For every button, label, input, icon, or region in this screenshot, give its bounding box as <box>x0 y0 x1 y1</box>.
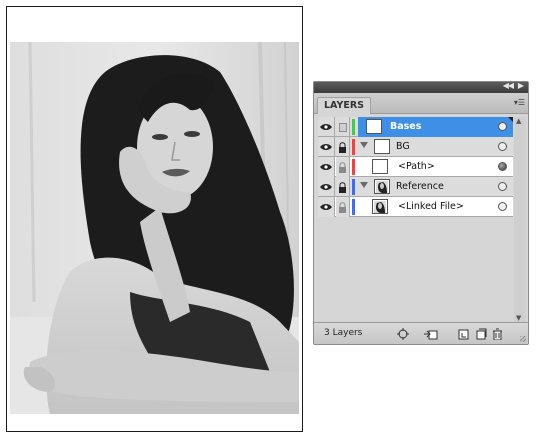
layer-row-bases[interactable]: Bases <box>318 117 513 137</box>
panel-tab-bar: LAYERS ▾☰ <box>314 93 528 114</box>
scroll-down-icon[interactable]: ▼ <box>516 314 521 322</box>
layer-name-zone[interactable]: <Path> <box>358 157 513 177</box>
layer-thumbnail <box>374 139 390 154</box>
eye-icon <box>320 164 332 170</box>
visibility-toggle[interactable] <box>318 137 335 157</box>
layer-color-blue <box>352 179 355 195</box>
lock-toggle[interactable] <box>336 137 350 157</box>
lock-empty-icon <box>338 122 347 132</box>
locate-object-button[interactable] <box>396 327 410 340</box>
lock-toggle[interactable] <box>336 197 350 217</box>
layer-row-bg[interactable]: BG <box>318 137 513 157</box>
reference-thumbnail <box>374 179 390 194</box>
trash-icon <box>492 328 502 340</box>
target-circle-icon[interactable] <box>498 162 507 171</box>
layer-thumbnail <box>366 119 382 134</box>
eye-icon <box>320 204 332 210</box>
visibility-toggle[interactable] <box>318 157 335 177</box>
layer-name-zone[interactable]: Reference <box>358 177 513 197</box>
linked-file-thumbnail <box>372 199 388 214</box>
close-panel-icon[interactable]: ▶ <box>518 81 524 90</box>
layer-name: BG <box>396 141 410 152</box>
current-layer-indicator <box>508 117 513 122</box>
layer-count: 3 Layers <box>324 328 363 338</box>
layer-name: Reference <box>396 181 444 192</box>
resize-grip[interactable] <box>520 336 526 342</box>
portrait-image <box>10 42 299 414</box>
lock-icon <box>339 181 346 193</box>
eye-icon <box>320 124 332 130</box>
panel-menu-icon[interactable]: ▾☰ <box>514 98 525 107</box>
eye-icon <box>320 144 332 150</box>
layer-name: Bases <box>390 121 422 132</box>
layer-color-blue <box>352 199 355 215</box>
layer-color-green <box>352 119 355 135</box>
lock-inherited-icon <box>339 201 346 213</box>
make-clipping-mask-button[interactable] <box>424 327 438 340</box>
sublayer-row-linked-file[interactable]: <Linked File> <box>318 197 513 217</box>
new-sublayer-button[interactable] <box>456 327 470 340</box>
target-circle-icon[interactable] <box>498 182 507 191</box>
layers-panel: ◀◀ ▶ LAYERS ▾☰ Bases BG <Path> Reference… <box>313 81 529 345</box>
tab-layers[interactable]: LAYERS <box>317 97 372 114</box>
layer-name-zone[interactable]: BG <box>358 137 513 157</box>
lock-toggle[interactable] <box>336 117 350 137</box>
path-thumbnail <box>372 159 388 174</box>
locate-object-icon <box>397 327 409 340</box>
visibility-toggle[interactable] <box>318 117 335 137</box>
target-circle-icon[interactable] <box>498 202 507 211</box>
eye-icon <box>320 184 332 190</box>
layers-list: Bases BG <Path> Reference <Linked File> <box>318 117 513 322</box>
visibility-toggle[interactable] <box>318 197 335 217</box>
target-circle-icon[interactable] <box>498 142 507 151</box>
new-sublayer-icon <box>458 329 469 339</box>
lock-inherited-icon <box>339 161 346 173</box>
disclosure-triangle-icon[interactable] <box>360 182 368 188</box>
new-layer-button[interactable] <box>474 327 488 340</box>
scroll-up-icon[interactable]: ▲ <box>516 117 521 125</box>
target-circle-icon[interactable] <box>498 122 507 131</box>
layer-color-red <box>352 139 355 155</box>
layer-name-zone[interactable]: <Linked File> <box>358 197 513 217</box>
lock-toggle[interactable] <box>336 157 350 177</box>
layer-name: <Linked File> <box>398 201 464 212</box>
panel-title-strip[interactable]: ◀◀ ▶ <box>314 81 528 93</box>
lock-toggle[interactable] <box>336 177 350 197</box>
layer-name: <Path> <box>398 161 435 172</box>
layer-row-reference[interactable]: Reference <box>318 177 513 197</box>
linked-photo[interactable] <box>10 42 299 414</box>
portrait-thumb-icon <box>374 200 386 213</box>
layer-name-zone[interactable]: Bases <box>358 117 513 137</box>
visibility-toggle[interactable] <box>318 177 335 197</box>
new-layer-icon <box>476 328 487 339</box>
panel-footer: 3 Layers <box>314 322 528 344</box>
delete-layer-button[interactable] <box>490 327 504 340</box>
make-clipping-mask-icon <box>424 330 438 339</box>
tab-layers-label: LAYERS <box>324 100 365 111</box>
collapse-panel-icon[interactable]: ◀◀ <box>503 81 514 90</box>
sublayer-row-path[interactable]: <Path> <box>318 157 513 177</box>
portrait-thumb-icon <box>376 180 388 193</box>
layers-scrollbar[interactable]: ▲ ▼ <box>514 117 526 322</box>
layer-color-red <box>352 159 355 175</box>
disclosure-triangle-icon[interactable] <box>360 142 368 148</box>
lock-icon <box>339 141 346 153</box>
artboard <box>6 6 303 432</box>
